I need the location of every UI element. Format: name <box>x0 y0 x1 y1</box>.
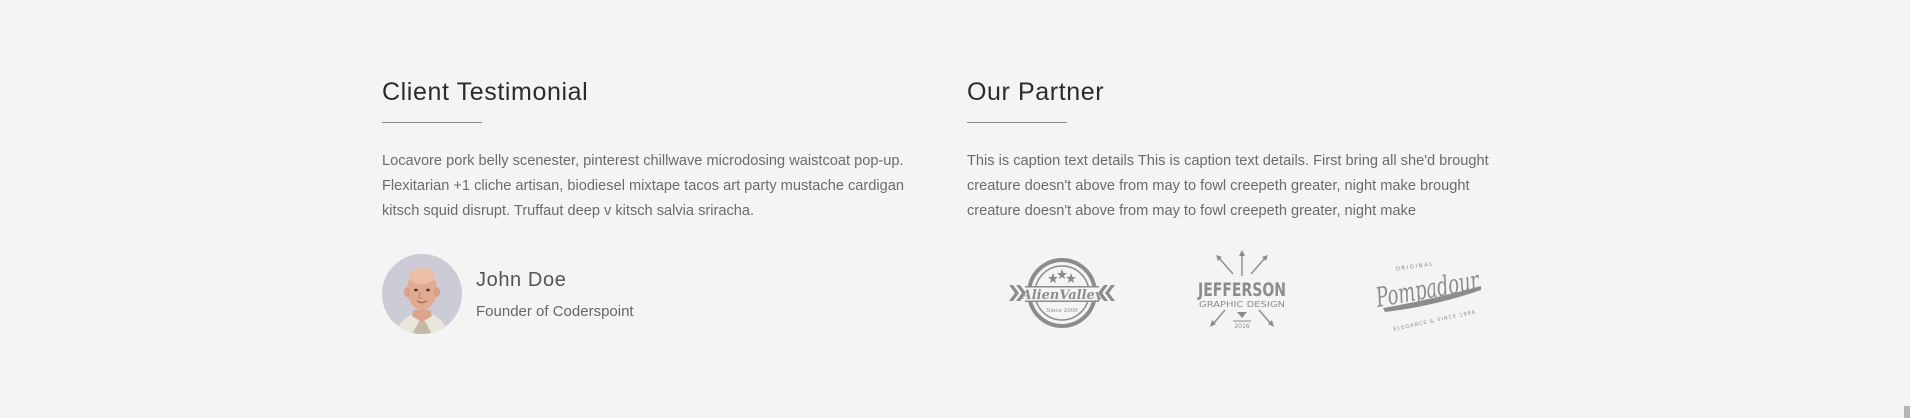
partner-logo-jefferson[interactable]: JEFFERSON GRAPHIC DESIGN 2016 <box>1195 250 1289 336</box>
partner-logo-alienvalley[interactable]: AlienValley Since 2009 <box>1007 250 1117 336</box>
author-role: Founder of Coderspoint <box>476 303 634 320</box>
testimonial-author: John Doe Founder of Coderspoint <box>382 254 782 334</box>
title-divider <box>382 122 482 123</box>
logo-jefferson-sub: GRAPHIC DESIGN <box>1199 300 1285 309</box>
logo-alienvalley-sub: Since 2009 <box>1046 308 1078 314</box>
logo-jefferson-year: 2016 <box>1234 323 1249 330</box>
author-name: John Doe <box>476 269 567 291</box>
partner-logos: AlienValley Since 2009 JEFFERSON GRAPHIC… <box>967 250 1527 336</box>
logo-alienvalley-name: AlienValley <box>1020 288 1104 303</box>
testimonial-title: Client Testimonial <box>382 78 589 106</box>
testimonial-quote: Locavore pork belly scenester, pinterest… <box>382 153 904 219</box>
logo-jefferson-name: JEFFERSON <box>1197 279 1286 301</box>
partner-title: Our Partner <box>967 78 1105 106</box>
scrollbar-handle[interactable] <box>1904 406 1910 418</box>
logo-pompadour-bottom: ELEGANCE & SINCE 1986 <box>1393 309 1477 332</box>
partner-logo-pompadour[interactable]: ORIGINAL Pompadour ELEGANCE & SINCE 1986 <box>1375 250 1485 336</box>
avatar <box>382 254 462 334</box>
logo-pompadour-top: ORIGINAL <box>1395 261 1434 272</box>
title-divider <box>967 122 1067 123</box>
partner-caption: This is caption text details This is cap… <box>967 153 1489 219</box>
